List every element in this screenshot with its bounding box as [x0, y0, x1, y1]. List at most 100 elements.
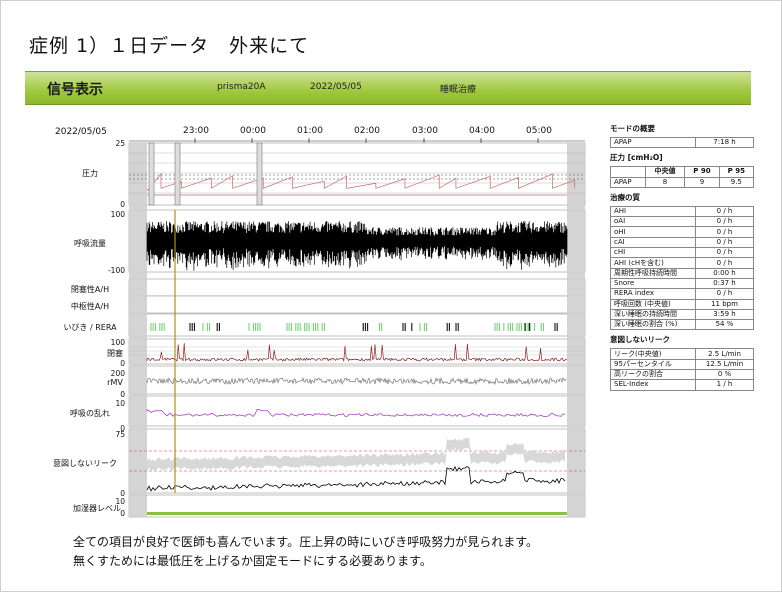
table-row: リーク(中央値) 2.5 L/min — [610, 348, 754, 360]
time-tick-0500: 05:00 — [526, 126, 552, 136]
row-label-oa: 閉塞性A/H — [70, 285, 110, 294]
axis-pressure-max: 25 — [115, 139, 125, 148]
axis-obst-min: 0 — [120, 359, 125, 368]
table-row: RERA index 0 / h — [610, 288, 754, 300]
therapy-quality-table: AHI 0 / h oAI 0 / h oHI 0 / h cAI 0 / h cHI 0 / h… — [610, 205, 754, 331]
row-panel — [128, 295, 586, 314]
table-row: Snore 0:37 h — [610, 277, 754, 290]
row-label-snore: いびき / RERA — [63, 323, 117, 332]
axis-flow-max: 100 — [110, 210, 125, 219]
pressure-summary-title: 圧力 [cmH₂O] — [610, 153, 663, 163]
axis-obst-max: 100 — [110, 338, 125, 347]
row-panel — [128, 142, 586, 206]
mode-value: 7:18 h — [695, 136, 754, 149]
table-row: 高リークの割合 0 % — [610, 369, 754, 381]
table-row: cAI 0 / h — [610, 236, 754, 249]
row-panel — [128, 395, 586, 427]
signal-banner: 信号表示 prisma20A 2022/05/05 睡眠治療 — [25, 71, 751, 105]
axis-humid-max: 10 — [115, 497, 125, 506]
row-label-leak: 意図しないリーク — [53, 459, 117, 468]
row-value: 12.5 L/min — [695, 358, 754, 371]
row-label: SEL-Index — [610, 379, 696, 391]
banner-mode: 睡眠治療 — [440, 85, 477, 95]
table-row: 深い睡眠の割合 (%) 54 % — [610, 319, 754, 331]
table-row: 深い睡眠の持続時間 3:59 h — [610, 308, 754, 321]
row-label-pressure: 圧力 — [82, 169, 98, 178]
row-value: 0 % — [695, 369, 754, 381]
time-tick-0300: 03:00 — [412, 126, 438, 136]
time-tick-0000: 00:00 — [240, 126, 266, 136]
caption: 全ての項目が良好で医師も喜んでいます。圧上昇の時にいびき呼吸努力が見られます。 … — [73, 533, 538, 571]
table-row: cHI 0 / h — [610, 247, 754, 259]
row-label: oAI — [610, 216, 696, 228]
mode-summary-title: モードの概要 — [610, 124, 655, 133]
row-label-rmv: rMV — [107, 378, 123, 387]
caption-line-1: 全ての項目が良好で医師も喜んでいます。圧上昇の時にいびき呼吸努力が見られます。 — [73, 535, 539, 549]
row-label: 深い睡眠の割合 (%) — [610, 319, 696, 331]
humidifier-bar — [147, 512, 567, 515]
axis-pressure-min: 0 — [120, 200, 125, 209]
table-row: oHI 0 / h — [610, 226, 754, 238]
row-label-flow: 呼吸流量 — [74, 239, 106, 248]
leak-summary-table: リーク(中央値) 2.5 L/min 95パーセンタイル 12.5 L/min 高リーク… — [610, 348, 754, 391]
summary-panel: モードの概要 APAP 7:18 h 圧力 [cmH₂O] 中央値 P 90 P… — [610, 119, 755, 395]
row-panel — [128, 338, 586, 365]
row-value: 2.5 L/min — [695, 348, 754, 360]
row-label: Snore — [610, 277, 696, 290]
time-tick-0100: 01:00 — [297, 126, 323, 136]
axis-humid-min: 0 — [120, 509, 125, 518]
row-panel — [128, 278, 586, 297]
row-value: 0 / h — [695, 288, 754, 300]
row-label: RERA index — [610, 288, 696, 300]
slide-title: 症例 1）１日データ 外来にて — [29, 35, 310, 57]
axis-rmv-min: 0 — [120, 390, 125, 399]
off-period-shade-left — [129, 143, 147, 517]
chart-date: 2022/05/05 — [55, 127, 107, 137]
row-label-ca: 中枢性A/H — [70, 302, 110, 311]
axis-flow-min: -100 — [107, 266, 125, 275]
pressure-header-median: 中央値 — [644, 166, 686, 178]
table-row: AHI 0 / h — [610, 205, 754, 218]
slide: 症例 1）１日データ 外来にて 信号表示 prisma20A 2022/05/0… — [0, 0, 782, 592]
mode-label: APAP — [610, 136, 696, 149]
therapy-quality-title: 治療の質 — [610, 192, 640, 202]
signal-chart: 2022/05/05 23:00 00:00 01:00 02:00 03:00… — [25, 113, 605, 523]
pressure-median: 8 — [644, 176, 686, 188]
pressure-p95: 9.5 — [718, 176, 755, 188]
row-label-disorder: 呼吸の乱れ — [70, 409, 110, 418]
axis-disorder-max: 10 — [115, 399, 125, 408]
time-tick-0400: 04:00 — [469, 126, 495, 136]
axis-rmv-max: 200 — [110, 369, 125, 378]
row-label: 高リークの割合 — [610, 369, 696, 381]
off-period-shade-right — [567, 143, 585, 517]
banner-title: 信号表示 — [47, 82, 103, 98]
row-label: AHI (cHを含む) — [610, 257, 696, 269]
table-row: APAP 8 9 9.5 — [610, 176, 755, 188]
row-label: oHI — [610, 226, 696, 238]
row-value: 0 / h — [695, 236, 754, 249]
table-row: AHI (cHを含む) 0 / h — [610, 257, 754, 269]
pressure-summary-table: 中央値 P 90 P 95 APAP 8 9 9.5 — [610, 166, 755, 188]
leak-summary-title: 意図しないリーク — [610, 335, 670, 345]
event-marker-box — [174, 142, 181, 206]
banner-device: prisma20A — [217, 82, 266, 92]
pressure-p90: 9 — [684, 176, 720, 188]
row-value: 0 / h — [695, 226, 754, 238]
event-marker-box — [148, 142, 155, 206]
row-label: AHI — [610, 205, 696, 218]
row-label-obst: 閉塞 — [107, 349, 123, 358]
row-label: cHI — [610, 247, 696, 259]
table-row: APAP 7:18 h — [610, 136, 754, 149]
row-label: 呼吸回数 (中央値) — [610, 298, 696, 310]
event-marker-box — [256, 142, 263, 206]
row-value: 0 / h — [695, 205, 754, 218]
row-value: 0:00 h — [695, 267, 754, 279]
table-row: oAI 0 / h — [610, 216, 754, 228]
table-header-row: 中央値 P 90 P 95 — [610, 166, 755, 178]
time-tick-0200: 02:00 — [354, 126, 380, 136]
table-row: 95パーセンタイル 12.5 L/min — [610, 358, 754, 371]
mode-summary-table: APAP 7:18 h — [610, 136, 754, 149]
caption-line-2: 無くすためには最低圧を上げるか固定モードにする必要あります。 — [73, 554, 432, 568]
row-value: 1 / h — [695, 379, 754, 391]
row-label: 95パーセンタイル — [610, 358, 696, 371]
